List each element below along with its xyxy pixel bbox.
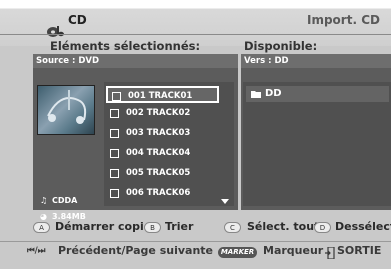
destination-item-label: DD bbox=[265, 88, 282, 99]
media-type: ♫ CDDA bbox=[40, 196, 78, 205]
page-title: CD bbox=[68, 13, 87, 27]
destination-list: DD bbox=[243, 82, 391, 206]
track-item[interactable]: 001 TRACK01 bbox=[106, 86, 219, 103]
sort-label: Trier bbox=[165, 220, 194, 233]
color-key-bar: A Démarrer copie B Trier C Sélect. tout … bbox=[0, 219, 391, 241]
skip-prev-next-icon[interactable]: ⏮/⏭ bbox=[27, 246, 45, 256]
track-item[interactable]: 006 TRACK06 bbox=[106, 185, 219, 202]
marker-button[interactable]: MARKER bbox=[218, 247, 257, 258]
track-checkbox[interactable] bbox=[110, 149, 119, 158]
track-checkbox[interactable] bbox=[110, 189, 119, 198]
d-button[interactable]: D bbox=[314, 222, 331, 233]
header-divider bbox=[0, 34, 391, 35]
a-button[interactable]: A bbox=[33, 222, 50, 233]
import-cd-label: Import. CD bbox=[307, 13, 380, 27]
select-all-label: Sélect. tout bbox=[247, 220, 320, 233]
track-label: 006 TRACK06 bbox=[126, 188, 191, 198]
navigation-bar: ⏮/⏭ Précédent/Page suivante MARKER Marqu… bbox=[0, 242, 391, 264]
track-label: 005 TRACK05 bbox=[126, 168, 191, 178]
track-item[interactable]: 002 TRACK02 bbox=[106, 105, 219, 122]
track-label: 002 TRACK02 bbox=[126, 108, 191, 118]
track-item[interactable]: 005 TRACK05 bbox=[106, 165, 219, 182]
marker-label: Marqueur bbox=[263, 244, 324, 257]
cd-import-screen: CD Import. CD Eléments sélectionnés: Dis… bbox=[0, 0, 391, 269]
destination-header: Vers : DD bbox=[241, 54, 391, 68]
source-header: Source : DVD bbox=[33, 54, 238, 68]
prev-next-page-label: Précédent/Page suivante bbox=[58, 244, 214, 257]
exit-label: SORTIE bbox=[337, 244, 382, 257]
track-checkbox[interactable] bbox=[112, 92, 121, 101]
c-button[interactable]: C bbox=[224, 222, 241, 233]
track-label: 001 TRACK01 bbox=[128, 91, 193, 101]
cd-thumbnail-image bbox=[37, 85, 95, 135]
track-checkbox[interactable] bbox=[110, 109, 119, 118]
deselect-all-label: Dessélect. t bbox=[335, 220, 391, 233]
cd-icon bbox=[47, 26, 64, 37]
track-item[interactable]: 004 TRACK04 bbox=[106, 145, 219, 162]
b-button[interactable]: B bbox=[144, 222, 161, 233]
destination-label: Vers : DD bbox=[244, 56, 289, 66]
destination-item[interactable]: DD bbox=[246, 86, 389, 102]
track-checkbox[interactable] bbox=[110, 129, 119, 138]
exit-icon[interactable] bbox=[325, 247, 335, 259]
track-checkbox[interactable] bbox=[110, 169, 119, 178]
track-label: 003 TRACK03 bbox=[126, 128, 191, 138]
source-label: Source : DVD bbox=[36, 56, 100, 66]
scroll-down-arrow-icon[interactable] bbox=[221, 199, 229, 204]
available-label: Disponible: bbox=[244, 39, 318, 53]
folder-icon bbox=[251, 91, 261, 98]
track-label: 004 TRACK04 bbox=[126, 148, 191, 158]
selected-items-label: Eléments sélectionnés: bbox=[50, 39, 201, 53]
music-note-icon: ♫ bbox=[40, 196, 48, 205]
track-list: 001 TRACK01 002 TRACK02 003 TRACK03 004 … bbox=[104, 82, 234, 206]
start-copy-label: Démarrer copie bbox=[55, 220, 152, 233]
track-item[interactable]: 003 TRACK03 bbox=[106, 125, 219, 142]
